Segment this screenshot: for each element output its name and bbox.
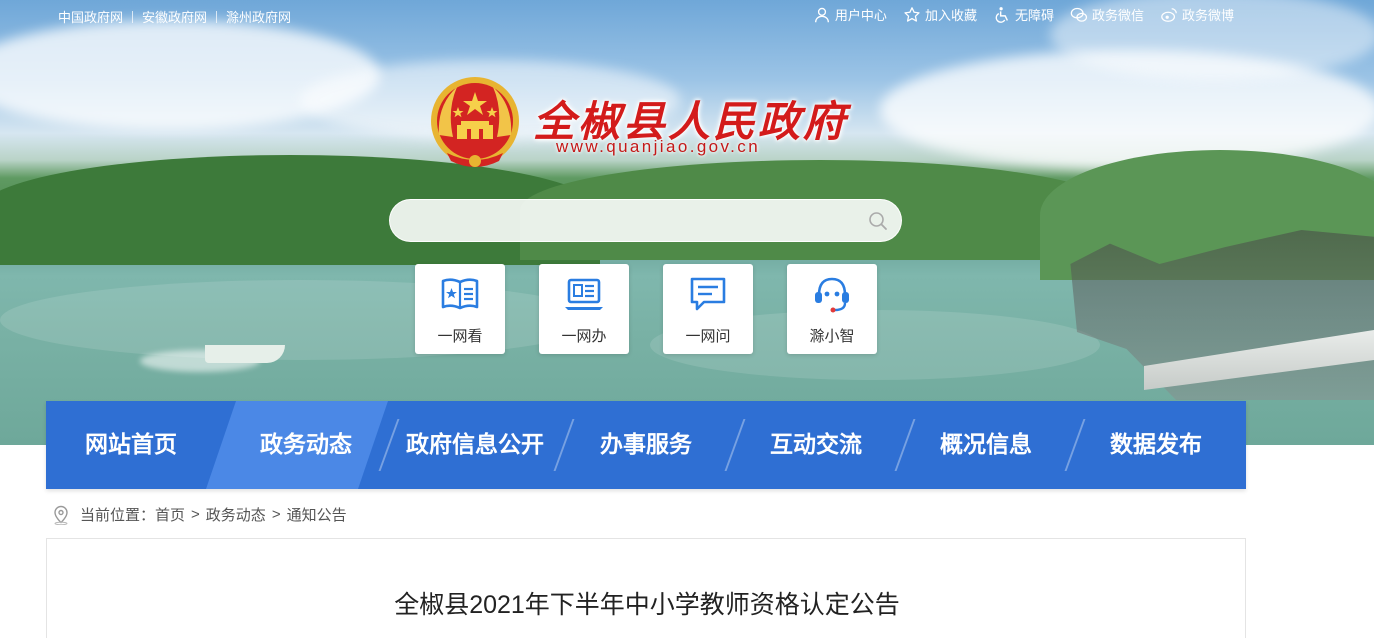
link-china-gov[interactable]: 中国政府网 bbox=[58, 7, 123, 26]
user-icon bbox=[814, 7, 829, 22]
quick-link-label: 一网办 bbox=[561, 328, 607, 345]
nav-item-news[interactable]: 政务动态 bbox=[221, 401, 391, 489]
divider bbox=[132, 10, 134, 23]
weibo-link[interactable]: 政务微博 bbox=[1160, 5, 1234, 24]
quick-link-label: 一网看 bbox=[437, 328, 483, 345]
nav-item-gov-info[interactable]: 政府信息公开 bbox=[391, 401, 559, 489]
breadcrumb-notices[interactable]: 通知公告 bbox=[287, 504, 347, 525]
nav-item-overview[interactable]: 概况信息 bbox=[901, 401, 1071, 489]
breadcrumb-separator: > bbox=[191, 506, 200, 523]
link-anhui-gov[interactable]: 安徽政府网 bbox=[142, 7, 207, 26]
accessibility-link[interactable]: 无障碍 bbox=[993, 5, 1054, 24]
quick-link-yiwangwen[interactable]: 一网问 bbox=[663, 264, 753, 354]
nav-item-home[interactable]: 网站首页 bbox=[46, 401, 216, 489]
wechat-label: 政务微信 bbox=[1091, 8, 1144, 23]
robot-headset-icon bbox=[815, 277, 849, 313]
external-links: 中国政府网 安徽政府网 滁州政府网 bbox=[58, 7, 291, 26]
quick-link-chuxiaozhi[interactable]: 滁小智 bbox=[787, 264, 877, 354]
breadcrumb-prefix: 当前位置： bbox=[80, 507, 156, 524]
article-panel: 全椒县2021年下半年中小学教师资格认定公告 bbox=[46, 538, 1246, 638]
laptop-icon bbox=[565, 278, 603, 310]
link-chuzhou-gov[interactable]: 滁州政府网 bbox=[226, 7, 291, 26]
user-center-link[interactable]: 用户中心 bbox=[813, 5, 887, 24]
article-title: 全椒县2021年下半年中小学教师资格认定公告 bbox=[394, 591, 900, 619]
main-nav: 网站首页 政务动态 政府信息公开 办事服务 互动交流 概况信息 数据发布 bbox=[46, 401, 1246, 489]
national-emblem-icon[interactable] bbox=[427, 75, 523, 175]
book-icon bbox=[441, 278, 479, 310]
site-url: www.quanjiao.gov.cn bbox=[556, 137, 761, 156]
user-center-label: 用户中心 bbox=[834, 8, 887, 23]
quick-link-yiwangkan[interactable]: 一网看 bbox=[415, 264, 505, 354]
accessibility-label: 无障碍 bbox=[1014, 8, 1054, 23]
favorite-link[interactable]: 加入收藏 bbox=[903, 5, 977, 24]
star-icon bbox=[904, 6, 920, 22]
quick-link-label: 滁小智 bbox=[809, 328, 855, 345]
search-input[interactable] bbox=[408, 209, 858, 233]
location-pin-icon bbox=[54, 505, 68, 525]
nav-item-data[interactable]: 数据发布 bbox=[1071, 401, 1241, 489]
utility-links: 用户中心 加入收藏 无障碍 政务微信 政务微博 bbox=[813, 5, 1234, 24]
water-decoration bbox=[0, 280, 600, 360]
search-icon[interactable] bbox=[868, 211, 888, 231]
weibo-label: 政务微博 bbox=[1181, 8, 1234, 23]
breadcrumb: 当前位置： 首页 > 政务动态 > 通知公告 bbox=[52, 504, 347, 525]
nav-item-interaction[interactable]: 互动交流 bbox=[731, 401, 901, 489]
search-box bbox=[389, 199, 902, 242]
breadcrumb-news[interactable]: 政务动态 bbox=[206, 504, 266, 525]
chat-icon bbox=[690, 277, 726, 311]
accessibility-icon bbox=[995, 6, 1008, 23]
quick-link-yiwangban[interactable]: 一网办 bbox=[539, 264, 629, 354]
wechat-link[interactable]: 政务微信 bbox=[1070, 5, 1144, 24]
nav-item-services[interactable]: 办事服务 bbox=[561, 401, 731, 489]
quick-link-label: 一网问 bbox=[685, 328, 731, 345]
boat-decoration bbox=[205, 345, 285, 363]
weibo-icon bbox=[1161, 7, 1177, 22]
top-bar: 中国政府网 安徽政府网 滁州政府网 用户中心 加入收藏 无障碍 政务微信 政务微… bbox=[0, 0, 1374, 28]
breadcrumb-separator: > bbox=[271, 506, 281, 523]
divider bbox=[216, 10, 218, 23]
wechat-icon bbox=[1070, 7, 1088, 22]
breadcrumb-home[interactable]: 首页 bbox=[155, 504, 185, 525]
favorite-label: 加入收藏 bbox=[924, 8, 977, 23]
